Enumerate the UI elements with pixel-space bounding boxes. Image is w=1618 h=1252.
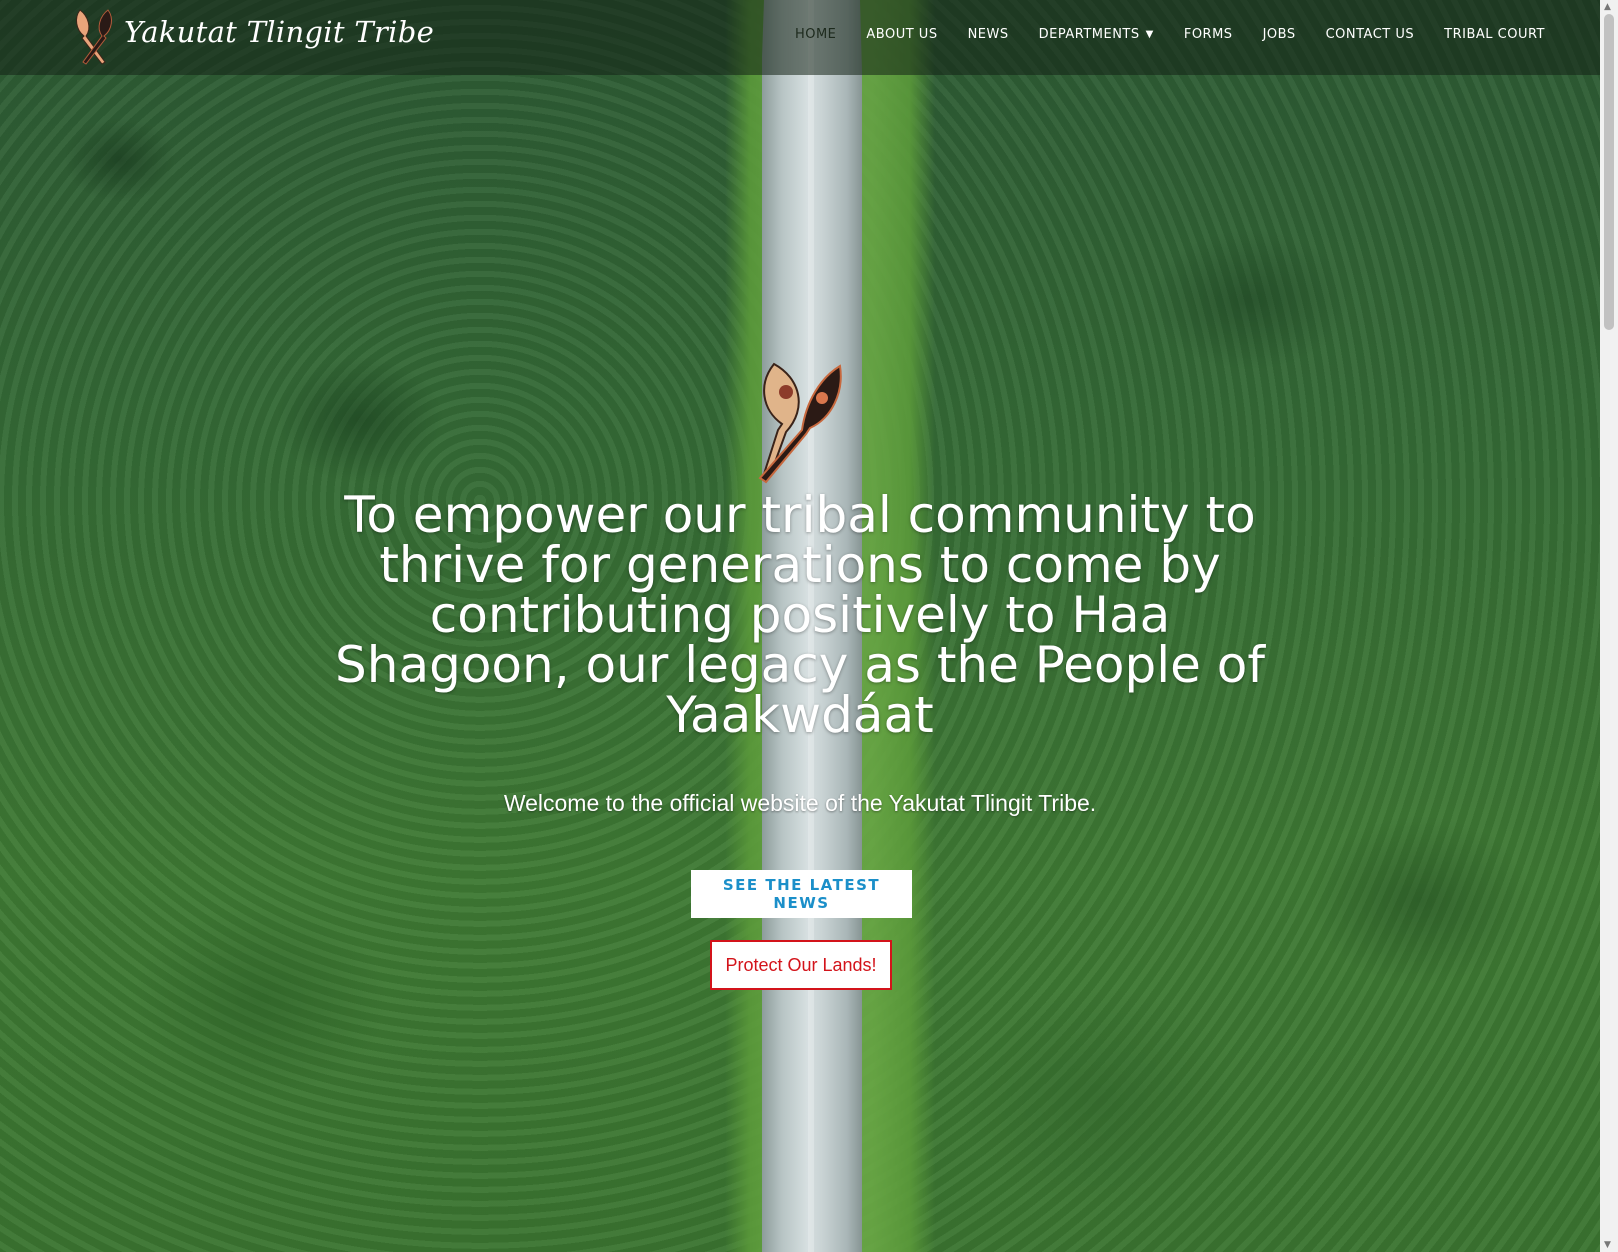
nav-home[interactable]: HOME	[795, 27, 836, 42]
nav-departments[interactable]: DEPARTMENTS ▼	[1039, 27, 1154, 42]
nav-about-us[interactable]: ABOUT US	[866, 27, 937, 42]
scroll-down-icon[interactable]: ▼	[1604, 1240, 1611, 1250]
crossed-paddles-icon	[758, 362, 842, 484]
main-nav: HOME ABOUT US NEWS DEPARTMENTS ▼ FORMS J…	[765, 27, 1545, 42]
nav-news[interactable]: NEWS	[968, 27, 1009, 42]
nav-contact-us[interactable]: CONTACT US	[1326, 27, 1415, 42]
welcome-text: Welcome to the official website of the Y…	[503, 790, 1097, 816]
site-brand[interactable]: Yakutat Tlingit Tribe	[124, 15, 434, 49]
mission-statement: To empower our tribal community to thriv…	[335, 486, 1265, 744]
nav-tribal-court[interactable]: TRIBAL COURT	[1444, 27, 1545, 42]
site-header: Yakutat Tlingit Tribe HOME ABOUT US NEWS…	[0, 0, 1600, 75]
nav-forms[interactable]: FORMS	[1184, 27, 1233, 42]
scroll-up-icon[interactable]: ▲	[1604, 2, 1611, 12]
chevron-down-icon: ▼	[1145, 29, 1154, 40]
nav-jobs[interactable]: JOBS	[1263, 27, 1296, 42]
page-scrollbar[interactable]: ▲ ▼	[1600, 0, 1618, 1252]
protect-our-lands-button[interactable]: Protect Our Lands!	[710, 940, 892, 990]
see-latest-news-button[interactable]: SEE THE LATEST NEWS	[691, 870, 912, 918]
nav-departments-label: DEPARTMENTS	[1038, 27, 1140, 42]
crossed-paddles-icon[interactable]	[72, 8, 114, 66]
scrollbar-thumb[interactable]	[1604, 14, 1614, 330]
